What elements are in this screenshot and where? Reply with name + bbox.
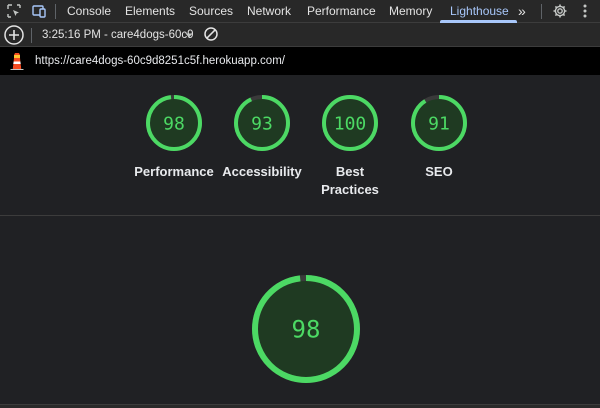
accessibility-score-gauge[interactable]: 93 bbox=[233, 94, 291, 152]
performance-label: Performance bbox=[124, 163, 224, 181]
tab-sources[interactable]: Sources bbox=[189, 0, 233, 23]
report-selector[interactable]: 3:25:16 PM - care4dogs-60c9 bbox=[42, 23, 194, 47]
accessibility-label-text: Accessibility bbox=[222, 164, 302, 179]
section-divider bbox=[0, 215, 600, 216]
devtools-tab-bar: Console Elements Sources Network Perform… bbox=[0, 0, 600, 23]
settings-gear-icon[interactable] bbox=[552, 3, 568, 19]
best-practices-score-gauge[interactable]: 100 bbox=[321, 94, 379, 152]
main-performance-gauge: 98 bbox=[251, 274, 361, 384]
performance-label-text: Performance bbox=[134, 164, 214, 179]
audited-url[interactable]: https://care4dogs-60c9d8251c5f.herokuapp… bbox=[35, 47, 285, 75]
tab-console[interactable]: Console bbox=[67, 0, 111, 23]
main-performance-score-value: 98 bbox=[292, 316, 321, 344]
best-practices-score-value: 100 bbox=[334, 113, 367, 134]
add-report-icon[interactable] bbox=[3, 24, 25, 46]
lighthouse-toolbar: 3:25:16 PM - care4dogs-60c9 bbox=[0, 23, 600, 47]
inspect-element-icon[interactable] bbox=[6, 3, 22, 19]
seo-label: SEO bbox=[389, 163, 489, 181]
tab-memory[interactable]: Memory bbox=[389, 0, 432, 23]
report-selector-label: 3:25:16 PM - care4dogs-60c9 bbox=[42, 29, 194, 41]
best-practices-label: Best Practices bbox=[300, 163, 400, 199]
lighthouse-logo-icon bbox=[10, 52, 24, 70]
accessibility-score-svg: 93 bbox=[234, 95, 290, 151]
seo-score-value: 91 bbox=[428, 113, 450, 134]
clear-block-icon[interactable] bbox=[203, 26, 219, 42]
tab-elements[interactable]: Elements bbox=[125, 0, 175, 23]
seo-score-gauge[interactable]: 91 bbox=[410, 94, 468, 152]
seo-score-svg: 91 bbox=[411, 95, 467, 151]
accessibility-score-value: 93 bbox=[251, 113, 273, 134]
tab-network[interactable]: Network bbox=[247, 0, 291, 23]
tab-bar-separator bbox=[55, 4, 56, 19]
kebab-menu-icon[interactable] bbox=[577, 3, 593, 19]
seo-label-text: SEO bbox=[425, 164, 453, 179]
accessibility-label: Accessibility bbox=[212, 163, 312, 181]
tab-bar-separator bbox=[541, 4, 542, 19]
device-toolbar-icon[interactable] bbox=[31, 3, 47, 19]
best-practices-label-line-2: Practices bbox=[321, 182, 379, 197]
toolbar-separator bbox=[31, 28, 32, 43]
more-tabs-button[interactable]: » bbox=[518, 0, 526, 23]
performance-score-gauge[interactable]: 98 bbox=[145, 94, 203, 152]
best-practices-label-line-1: Best bbox=[335, 164, 365, 179]
dropdown-caret-icon[interactable] bbox=[184, 28, 194, 42]
bottom-edge bbox=[0, 404, 600, 408]
performance-score-svg: 98 bbox=[146, 95, 202, 151]
best-practices-score-svg: 100 bbox=[322, 95, 378, 151]
audited-url-bar: https://care4dogs-60c9d8251c5f.herokuapp… bbox=[0, 47, 600, 75]
performance-score-value: 98 bbox=[163, 113, 185, 134]
tab-performance[interactable]: Performance bbox=[307, 0, 376, 23]
main-performance-score-svg: 98 bbox=[252, 275, 360, 383]
